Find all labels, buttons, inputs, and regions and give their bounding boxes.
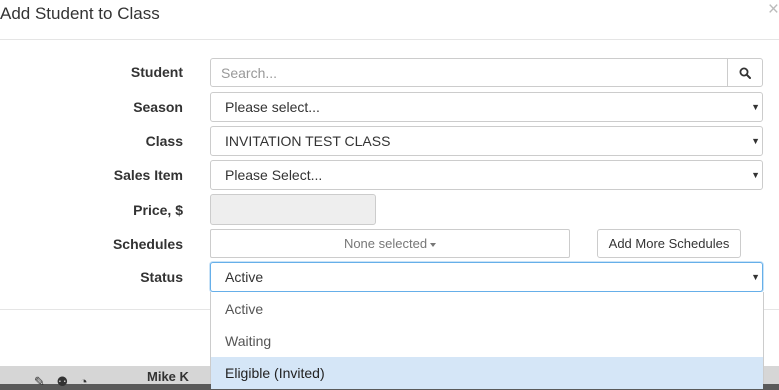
status-label: Status [140, 269, 183, 285]
status-select-value: Active [225, 269, 264, 285]
student-label: Student [130, 64, 183, 80]
background-toolbar-icons: ✎ ⚉ ◔ [34, 374, 92, 389]
sales-item-label: Sales Item [113, 167, 183, 183]
status-option-active[interactable]: Active [211, 293, 763, 325]
add-more-schedules-button[interactable]: Add More Schedules [597, 229, 741, 258]
class-select-value: INVITATION TEST CLASS [225, 133, 391, 149]
chevron-down-icon: ▼ [751, 170, 760, 180]
schedules-label: Schedules [112, 236, 183, 252]
caret-down-icon [430, 242, 437, 247]
sales-item-select-value: Please Select... [225, 167, 323, 183]
season-select-value: Please select... [225, 99, 320, 115]
season-select[interactable]: Please select... ▼ [210, 92, 763, 122]
chevron-down-icon: ▼ [751, 272, 760, 282]
class-select[interactable]: INVITATION TEST CLASS ▼ [210, 126, 763, 156]
status-select[interactable]: Active ▼ [210, 262, 763, 292]
price-input [210, 194, 376, 225]
price-label: Price, $ [133, 202, 183, 218]
status-option-eligible-invited[interactable]: Eligible (Invited) [211, 357, 763, 389]
class-label: Class [145, 133, 183, 149]
season-label: Season [133, 99, 183, 115]
modal-header: Add Student to Class × [0, 0, 779, 40]
schedules-multiselect[interactable]: None selected [210, 229, 570, 258]
background-user-name: Mike K [147, 369, 189, 384]
search-icon [739, 67, 751, 79]
sales-item-select[interactable]: Please Select... ▼ [210, 160, 763, 190]
student-search-group [210, 58, 763, 87]
status-dropdown-list: Active Waiting Eligible (Invited) [210, 292, 764, 389]
modal-title: Add Student to Class [0, 4, 160, 23]
schedules-multiselect-value: None selected [343, 236, 428, 251]
close-icon[interactable]: × [768, 0, 779, 20]
student-search-input[interactable] [210, 58, 728, 87]
student-search-button[interactable] [727, 58, 763, 87]
status-option-waiting[interactable]: Waiting [211, 325, 763, 357]
chevron-down-icon: ▼ [751, 136, 760, 146]
chevron-down-icon: ▼ [751, 102, 760, 112]
